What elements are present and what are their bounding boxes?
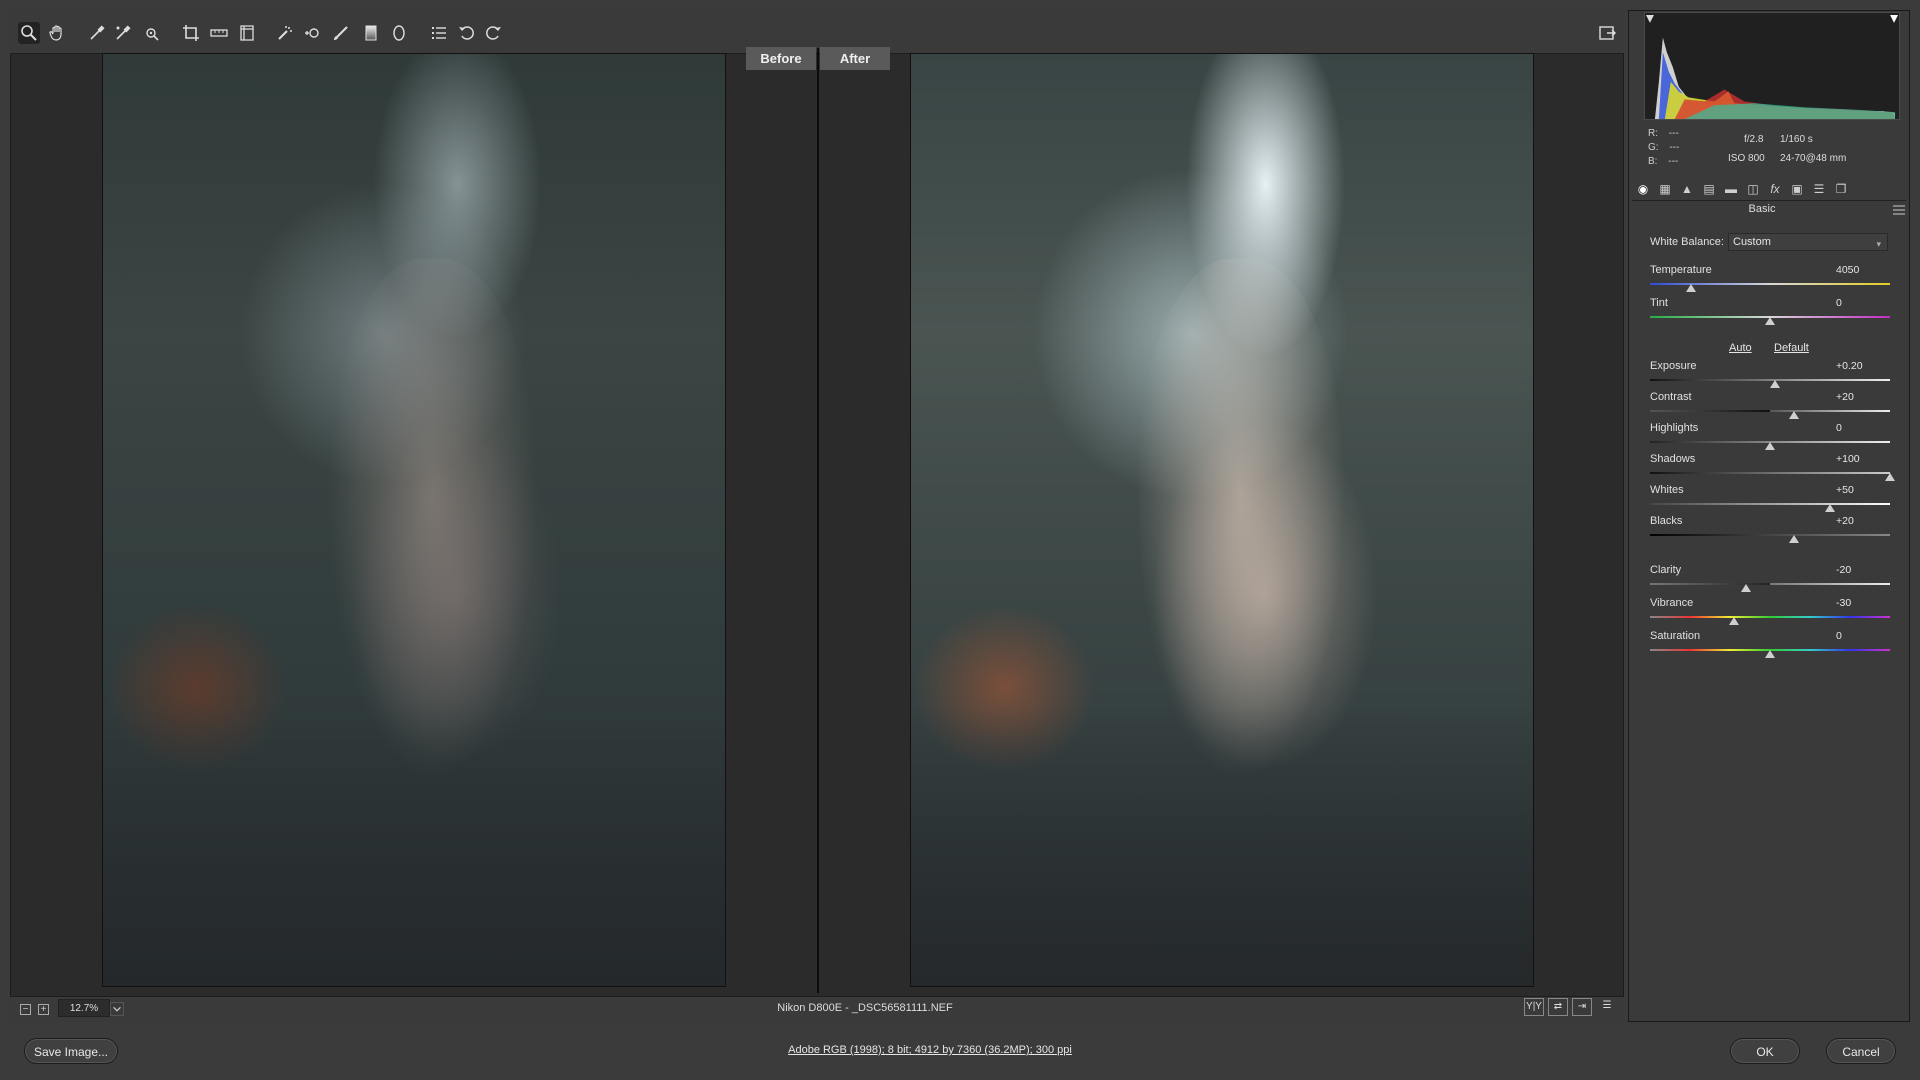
shutter-speed: 1/160 s <box>1780 134 1813 145</box>
save-image-button[interactable]: Save Image... <box>24 1038 118 1064</box>
lens-corrections-tab-icon[interactable]: ◫ <box>1744 180 1762 198</box>
before-after-view-icon[interactable]: Y|Y <box>1524 998 1544 1016</box>
exposure-value[interactable]: +0.20 <box>1836 360 1886 372</box>
auto-link[interactable]: Auto <box>1729 342 1752 354</box>
blacks-value[interactable]: +20 <box>1836 515 1886 527</box>
panel-menu-icon[interactable] <box>1893 204 1905 215</box>
ok-button[interactable]: OK <box>1730 1038 1800 1064</box>
saturation-slider-thumb[interactable] <box>1765 650 1775 658</box>
crop-tool-icon[interactable] <box>180 22 202 44</box>
temperature-slider-thumb[interactable] <box>1685 284 1696 292</box>
before-label: Before <box>746 47 816 70</box>
saturation-label: Saturation <box>1650 630 1701 642</box>
whites-label: Whites <box>1650 484 1684 496</box>
highlights-label: Highlights <box>1650 422 1699 434</box>
radial-filter-tool-icon[interactable] <box>388 22 410 44</box>
shadows-slider[interactable] <box>1650 472 1890 474</box>
white-balance-label: White Balance: <box>1650 236 1724 248</box>
camera-file-info: Nikon D800E - _DSC56581111.NEF <box>777 1002 953 1014</box>
preview-divider <box>817 48 819 993</box>
white-balance-select[interactable]: Custom ▾ <box>1728 233 1888 251</box>
view-settings-icon[interactable]: ☰ <box>1597 998 1617 1016</box>
zoom-in-icon[interactable]: + <box>38 1004 49 1015</box>
tint-label: Tint <box>1650 297 1668 309</box>
blacks-slider[interactable] <box>1650 534 1890 536</box>
clarity-label: Clarity <box>1650 564 1682 576</box>
temperature-value[interactable]: 4050 <box>1836 264 1886 276</box>
graduated-filter-tool-icon[interactable] <box>360 22 382 44</box>
snapshots-tab-icon[interactable]: ❐ <box>1832 180 1850 198</box>
rotate-left-icon[interactable] <box>456 22 478 44</box>
cancel-button[interactable]: Cancel <box>1826 1038 1896 1064</box>
vibrance-slider[interactable] <box>1650 616 1890 618</box>
hand-tool-icon[interactable] <box>46 22 68 44</box>
targeted-adjustment-tool-icon[interactable] <box>140 22 162 44</box>
contrast-value[interactable]: +20 <box>1836 391 1886 403</box>
fullscreen-toggle-icon[interactable] <box>1596 22 1618 44</box>
camera-calibration-tab-icon[interactable]: ▣ <box>1788 180 1806 198</box>
red-readout: R: --- <box>1648 128 1679 139</box>
effects-tab-icon[interactable]: fx <box>1766 180 1784 198</box>
vibrance-value[interactable]: -30 <box>1836 597 1886 609</box>
saturation-value[interactable]: 0 <box>1836 630 1886 642</box>
detail-tab-icon[interactable]: ▲ <box>1678 180 1696 198</box>
highlights-value[interactable]: 0 <box>1836 422 1886 434</box>
blue-readout: B: --- <box>1648 156 1679 167</box>
preferences-icon[interactable] <box>428 22 450 44</box>
temperature-label: Temperature <box>1650 264 1712 276</box>
shadows-slider-thumb[interactable] <box>1885 473 1895 481</box>
default-link[interactable]: Default <box>1774 342 1809 354</box>
swap-before-after-icon[interactable]: ⇄ <box>1548 998 1568 1016</box>
whites-value[interactable]: +50 <box>1836 484 1886 496</box>
after-preview-image[interactable] <box>910 53 1534 987</box>
zoom-dropdown-button[interactable] <box>110 1002 124 1016</box>
clarity-slider-thumb[interactable] <box>1741 584 1751 592</box>
highlights-slider-thumb[interactable] <box>1765 442 1775 450</box>
green-readout: G: --- <box>1648 142 1680 153</box>
blacks-slider-thumb[interactable] <box>1789 535 1799 543</box>
straighten-tool-icon[interactable] <box>208 22 230 44</box>
copy-after-to-before-icon[interactable]: ⇥ <box>1572 998 1592 1016</box>
after-label: After <box>820 47 890 70</box>
basic-tab-icon[interactable]: ◉ <box>1634 180 1652 198</box>
vibrance-slider-thumb[interactable] <box>1729 617 1739 625</box>
white-balance-tool-icon[interactable] <box>86 22 108 44</box>
before-preview-image[interactable] <box>102 53 726 987</box>
transform-tool-icon[interactable] <box>236 22 258 44</box>
whites-slider-thumb[interactable] <box>1825 504 1835 512</box>
zoom-tool-icon[interactable] <box>18 22 40 44</box>
clarity-value[interactable]: -20 <box>1836 564 1886 576</box>
shadows-value[interactable]: +100 <box>1836 453 1886 465</box>
adjustment-brush-tool-icon[interactable] <box>330 22 352 44</box>
hsl-tab-icon[interactable]: ▤ <box>1700 180 1718 198</box>
panel-title: Basic <box>1748 203 1776 215</box>
exposure-slider-thumb[interactable] <box>1769 380 1780 388</box>
tone-curve-tab-icon[interactable]: ▦ <box>1656 180 1674 198</box>
color-sampler-tool-icon[interactable] <box>112 22 134 44</box>
histogram <box>1644 12 1900 120</box>
zoom-out-icon[interactable]: − <box>20 1004 31 1015</box>
rotate-right-icon[interactable] <box>482 22 504 44</box>
exposure-label: Exposure <box>1650 360 1697 372</box>
tint-value[interactable]: 0 <box>1836 297 1886 309</box>
workflow-options-link[interactable]: Adobe RGB (1998); 8 bit; 4912 by 7360 (3… <box>600 1044 1260 1056</box>
chevron-down-icon: ▾ <box>1876 239 1881 249</box>
tint-slider-thumb[interactable] <box>1765 317 1775 325</box>
iso: ISO 800 <box>1728 153 1765 164</box>
clarity-slider[interactable] <box>1650 583 1890 585</box>
shadows-label: Shadows <box>1650 453 1696 465</box>
zoom-level[interactable]: 12.7% <box>58 999 110 1017</box>
spot-removal-tool-icon[interactable] <box>274 22 296 44</box>
vibrance-label: Vibrance <box>1650 597 1694 609</box>
split-toning-tab-icon[interactable]: ▬ <box>1722 180 1740 198</box>
whites-slider[interactable] <box>1650 503 1890 505</box>
contrast-slider-thumb[interactable] <box>1789 411 1799 419</box>
red-eye-tool-icon[interactable] <box>302 22 324 44</box>
contrast-label: Contrast <box>1650 391 1692 403</box>
blacks-label: Blacks <box>1650 515 1683 527</box>
lens: 24-70@48 mm <box>1780 153 1847 164</box>
presets-tab-icon[interactable]: ☰ <box>1810 180 1828 198</box>
contrast-slider[interactable] <box>1650 410 1890 412</box>
aperture: f/2.8 <box>1744 134 1764 145</box>
